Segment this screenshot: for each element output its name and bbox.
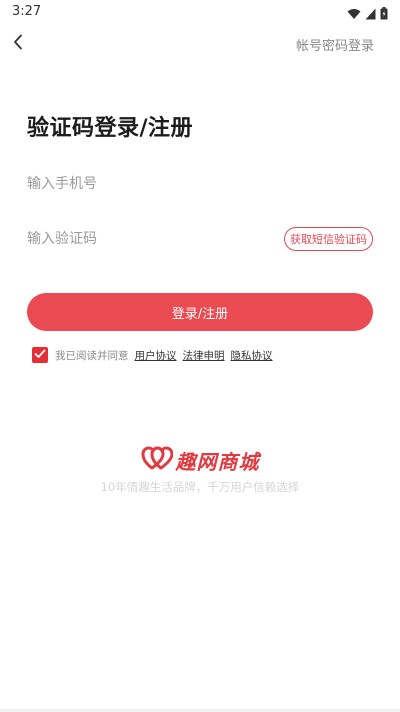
back-button[interactable] — [4, 30, 32, 58]
privacy-agreement-link[interactable]: 隐私协议 — [231, 348, 273, 363]
phone-field — [27, 169, 373, 199]
agreement-prefix: 我已阅读并同意 — [55, 349, 129, 362]
page-title: 验证码登录/注册 — [27, 116, 194, 141]
checkmark-icon — [34, 349, 46, 362]
login-register-button[interactable]: 登录/注册 — [27, 293, 373, 331]
agreement-row: 我已阅读并同意 用户协议 法律申明 隐私协议 — [32, 346, 273, 364]
legal-statement-link[interactable]: 法律申明 — [183, 348, 225, 363]
code-input[interactable] — [27, 224, 267, 254]
status-bar: 3:27 — [0, 0, 400, 24]
nav-bar: 帐号密码登录 — [0, 28, 400, 60]
chevron-left-icon — [12, 34, 24, 54]
signal-icon — [365, 5, 376, 24]
get-sms-code-button[interactable]: 获取短信验证码 — [284, 227, 373, 251]
wifi-icon — [347, 5, 361, 24]
user-agreement-link[interactable]: 用户协议 — [135, 348, 177, 363]
brand-name: 趣网商城 — [175, 449, 260, 474]
double-heart-logo-icon — [141, 445, 173, 475]
brand-logo: 趣网商城 — [0, 445, 400, 475]
status-icons — [347, 5, 388, 24]
code-field: 获取短信验证码 — [27, 224, 373, 254]
account-password-login-link[interactable]: 帐号密码登录 — [296, 35, 374, 54]
brand-slogan: 10年情趣生活品牌，千万用户信赖选择 — [100, 480, 300, 494]
phone-input[interactable] — [27, 169, 267, 199]
agreement-checkbox[interactable] — [32, 347, 48, 363]
battery-icon — [380, 5, 388, 24]
status-time: 3:27 — [12, 4, 42, 19]
